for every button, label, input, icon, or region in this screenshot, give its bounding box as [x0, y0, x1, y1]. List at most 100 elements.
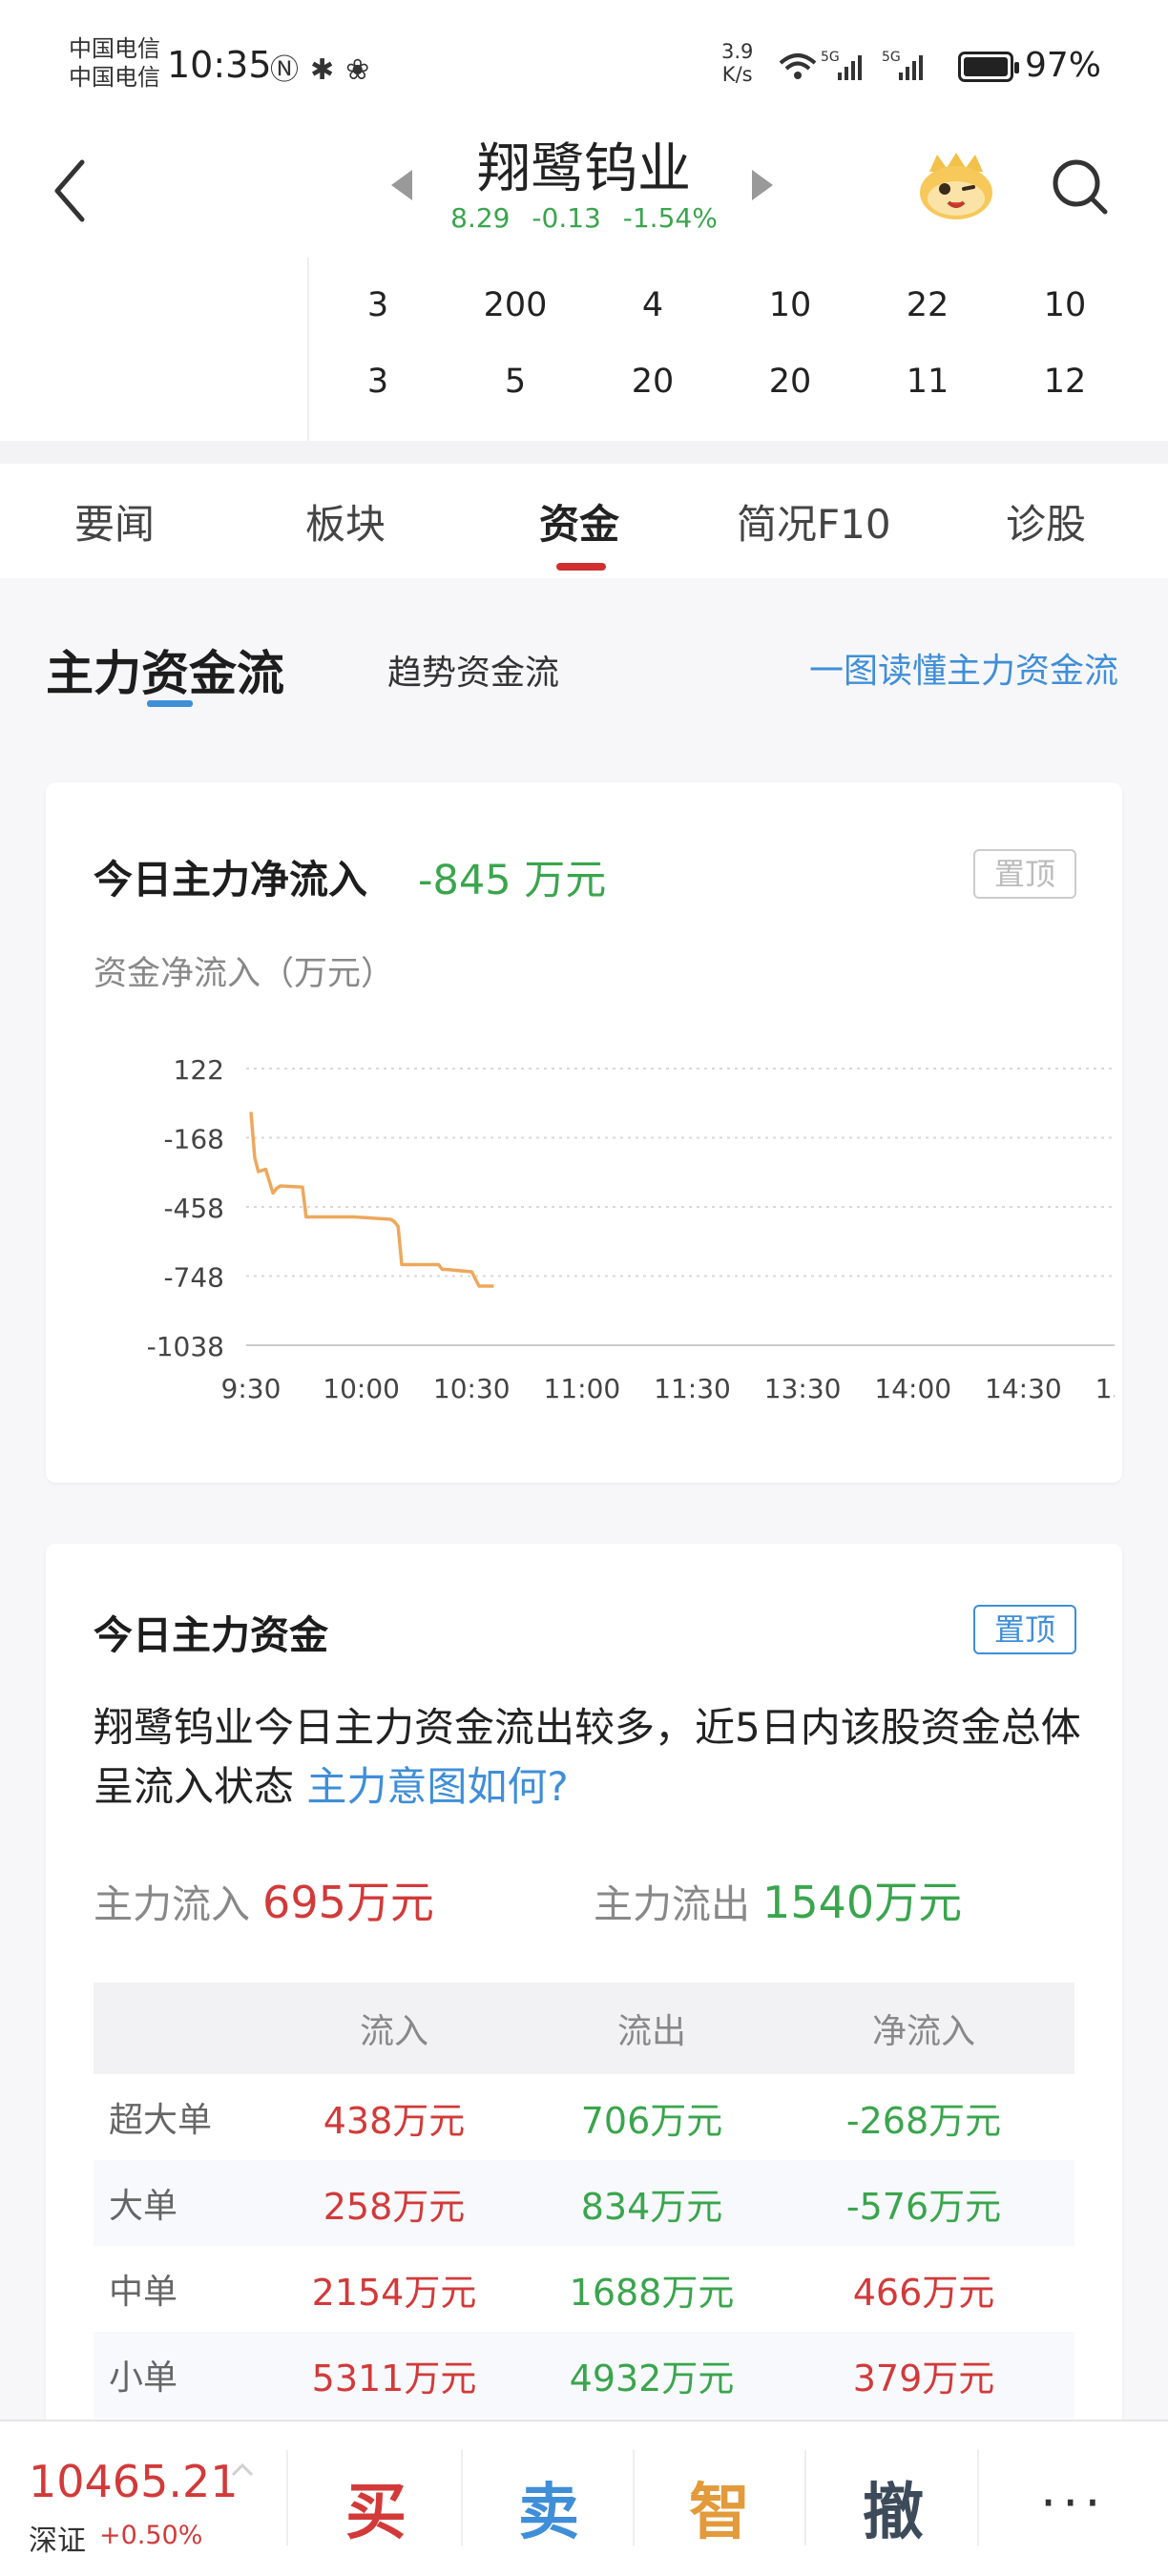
net-speed: 3.9 K/s	[721, 40, 753, 86]
table-header: 流入 流出 净流入	[94, 1983, 1074, 2074]
main-outflow: 主力流出 1540万元	[594, 1868, 962, 1931]
net-inflow-title: 今日主力净流入	[94, 857, 367, 903]
row-inflow: 5311万元	[311, 2357, 477, 2399]
main-inflow: 主力流入 695万元	[94, 1868, 434, 1931]
intent-link[interactable]: 主力意图如何?	[306, 1763, 568, 1810]
col-net: 净流入	[871, 2012, 975, 2051]
stock-price: 8.29	[450, 202, 511, 234]
net-speed-value: 3.9	[721, 40, 754, 63]
depth-cell: 10	[1043, 286, 1087, 324]
row-outflow: 1688万元	[569, 2271, 735, 2314]
battery-icon	[958, 52, 1019, 82]
order-size-table: 流入 流出 净流入 超大单 438万元 706万元 -268万元 大单 258万…	[94, 1983, 1074, 2418]
signal-icons: 5G 5G	[775, 46, 947, 94]
outflow-value: 1540万元	[762, 1877, 963, 1928]
order-depth: 3 200 4 10 22 10 3 5 20 20 11 12	[307, 258, 1147, 448]
x-tick-label: 10:30	[433, 1373, 511, 1404]
tab-sector[interactable]: 板块	[305, 492, 386, 551]
row-net: -268万元	[845, 2099, 1002, 2142]
depth-cell: 3	[366, 363, 389, 401]
subtab-trend-flow[interactable]: 趋势资金流	[387, 645, 559, 695]
tab-diagnosis[interactable]: 诊股	[1006, 492, 1086, 551]
depth-cell: 12	[1043, 363, 1087, 401]
row-inflow: 438万元	[323, 2099, 466, 2142]
x-tick-label: 14:00	[874, 1373, 951, 1404]
smart-button[interactable]: 智	[689, 2463, 750, 2551]
carrier-2: 中国电信	[69, 64, 160, 91]
x-tick-label: 10:00	[323, 1373, 400, 1404]
search-icon[interactable]	[1050, 156, 1111, 218]
depth-cell: 20	[631, 363, 675, 401]
active-tab-indicator	[556, 563, 606, 571]
app-screen: 中国电信 中国电信 10:35 Ⓝ✱❀ 3.9 K/s 5G 5G 97% 翔鹭…	[0, 0, 1168, 2576]
subtab-main-flow[interactable]: 主力资金流	[46, 635, 284, 704]
row-type: 小单	[109, 2358, 178, 2398]
subtab-indicator	[147, 700, 193, 707]
section-divider	[0, 441, 1168, 464]
battery-percent: 97%	[1025, 46, 1102, 85]
bottom-trade-bar: 10465.21 深证 +0.50% 买 卖 智 撤 ···	[0, 2420, 1168, 2576]
svg-text:5G: 5G	[882, 50, 901, 65]
row-inflow: 258万元	[323, 2185, 466, 2228]
mascot-icon[interactable]	[916, 149, 996, 221]
tab-f10[interactable]: 简况F10	[737, 492, 891, 551]
row-net: -576万元	[845, 2185, 1002, 2228]
y-tick-label: -748	[163, 1262, 224, 1294]
stock-change: -0.13	[532, 202, 601, 234]
x-tick-label: 11:30	[654, 1373, 731, 1404]
separator	[977, 2450, 979, 2545]
x-tick-label: 9:30	[221, 1373, 282, 1404]
funds-summary: 翔鹭钨业今日主力资金流出较多，近5日内该股资金总体呈流入状态 主力意图如何?	[94, 1698, 1086, 1817]
y-tick-label: -168	[163, 1124, 224, 1155]
sell-button[interactable]: 卖	[518, 2463, 579, 2551]
depth-cell: 10	[768, 286, 812, 324]
main-tabs: 要闻 板块 资金 简况F10 诊股	[0, 464, 1168, 578]
funds-content: 主力资金流 趋势资金流 一图读懂主力资金流 今日主力净流入 -845 万元 置顶…	[0, 578, 1168, 2450]
net-inflow-card: 今日主力净流入 -845 万元 置顶 资金净流入（万元） 122 -168 -458…	[46, 782, 1122, 1483]
row-net: 466万元	[852, 2271, 995, 2314]
index-value[interactable]: 10465.21	[29, 2456, 239, 2507]
carrier-1: 中国电信	[69, 35, 160, 62]
explain-link[interactable]: 一图读懂主力资金流	[809, 643, 1118, 693]
chevron-up-icon[interactable]	[229, 2460, 256, 2479]
svg-text:5G: 5G	[821, 50, 840, 65]
row-outflow: 706万元	[580, 2099, 723, 2142]
pin-top-button[interactable]: 置顶	[973, 849, 1076, 899]
separator	[461, 2450, 463, 2545]
depth-row-1: 3 200 4 10 22 10	[309, 286, 1149, 343]
row-type: 中单	[109, 2273, 178, 2312]
x-tick-label: 11:00	[544, 1373, 621, 1404]
cancel-order-button[interactable]: 撤	[863, 2463, 924, 2551]
tab-news[interactable]: 要闻	[74, 492, 155, 551]
paw-icon: ❀	[345, 53, 382, 87]
separator	[286, 2450, 288, 2545]
x-tick-label: 14:30	[985, 1373, 1062, 1404]
nfc-icon: Ⓝ	[270, 53, 310, 87]
col-inflow: 流入	[359, 2012, 428, 2051]
depth-cell: 20	[768, 363, 812, 401]
status-time: 10:35	[167, 44, 272, 86]
table-row: 大单 258万元 834万元 -576万元	[94, 2160, 1074, 2246]
next-stock-icon[interactable]	[752, 170, 773, 200]
index-name: 深证	[29, 2524, 86, 2558]
tab-funds[interactable]: 资金	[539, 492, 619, 551]
depth-cell: 11	[906, 363, 949, 401]
outflow-label: 主力流出	[594, 1881, 750, 1927]
net-inflow-value: -845 万元	[418, 857, 607, 904]
row-type: 超大单	[109, 2101, 213, 2140]
bluetooth-icon: ✱	[310, 53, 346, 87]
main-funds-card: 今日主力资金 置顶 翔鹭钨业今日主力资金流出较多，近5日内该股资金总体呈流入状态…	[46, 1544, 1122, 2450]
x-tick-label: 13:30	[764, 1373, 842, 1404]
pin-top-button[interactable]: 置顶	[973, 1605, 1076, 1654]
nfc-bluetooth-icons: Ⓝ✱❀	[270, 46, 381, 88]
more-button[interactable]: ···	[1040, 2473, 1107, 2533]
row-outflow: 834万元	[580, 2185, 723, 2228]
index-change: +0.50%	[99, 2521, 203, 2550]
depth-cell: 4	[641, 286, 664, 324]
depth-cell: 5	[504, 363, 527, 401]
net-inflow-chart: 122 -168 -458 -748 -1038 9:30 10:00 10:30 11:00 1…	[147, 1054, 1115, 1404]
stock-header: 翔鹭钨业 8.29 -0.13 -1.54% 3 200 4 10 22 10 …	[0, 114, 1168, 448]
buy-button[interactable]: 买	[345, 2463, 407, 2551]
inflow-value: 695万元	[262, 1877, 434, 1928]
x-tick-label: 15:00	[1095, 1373, 1115, 1404]
